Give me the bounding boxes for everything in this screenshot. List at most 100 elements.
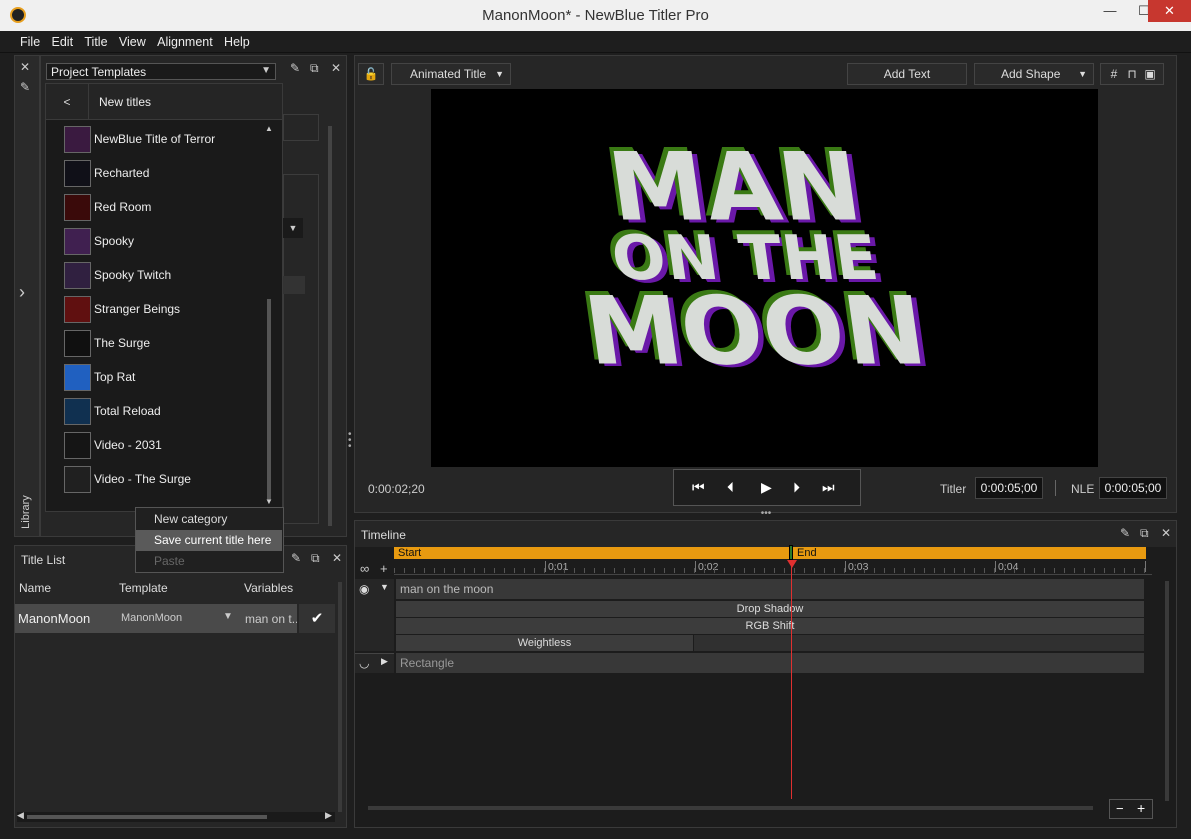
skip-to-start-icon[interactable]: ⏮	[692, 479, 705, 496]
pin-icon[interactable]: ✎	[20, 80, 30, 94]
column-template[interactable]: Template	[119, 581, 168, 595]
layer-text-label: man on the moon	[400, 582, 494, 596]
add-text-button[interactable]: Add Text	[847, 63, 967, 85]
list-item[interactable]: Total Reload	[64, 395, 274, 429]
back-button[interactable]: <	[46, 84, 89, 120]
playhead-handle[interactable]	[787, 560, 797, 568]
expand-layer-icon[interactable]: ▶	[381, 656, 388, 667]
template-dropdown-icon[interactable]: ▼	[223, 611, 233, 622]
minimize-button[interactable]: —	[1093, 0, 1127, 22]
effect-drop-shadow[interactable]: Drop Shadow	[396, 601, 1144, 617]
column-variables[interactable]: Variables	[244, 581, 293, 595]
float-window-icon[interactable]: ⧉	[310, 61, 319, 76]
background-scrollbar	[328, 126, 332, 526]
add-shape-button[interactable]: Add Shape ▼	[974, 63, 1094, 85]
start-marker[interactable]: Start	[398, 547, 421, 559]
list-item[interactable]: Spooky Twitch	[64, 259, 274, 293]
scrollbar[interactable]: ▲ ▼	[265, 124, 273, 506]
zoom-in-button[interactable]: +	[1137, 800, 1145, 816]
visibility-eye-icon[interactable]: ◉	[359, 582, 369, 596]
safe-area-icon[interactable]: ▣	[1141, 64, 1159, 84]
step-forward-icon[interactable]: ⏵	[793, 479, 800, 496]
visibility-hidden-icon[interactable]: ◡	[359, 656, 369, 670]
ruler-icon[interactable]: ⊓	[1123, 64, 1141, 84]
library-side-label[interactable]: Library	[20, 495, 32, 529]
menu-help[interactable]: Help	[220, 31, 254, 53]
menu-view[interactable]: View	[115, 31, 150, 53]
zoom-out-button[interactable]: −	[1116, 801, 1124, 816]
effect-rgb-shift[interactable]: RGB Shift	[396, 618, 1144, 634]
skip-to-end-icon[interactable]: ⏭	[822, 479, 835, 496]
scroll-right-icon[interactable]: ▶	[325, 810, 332, 821]
menu-item-save-current-title[interactable]: Save current title here	[136, 530, 282, 551]
scroll-left-icon[interactable]: ◀	[17, 810, 24, 821]
timeline-horizontal-scrollbar[interactable]	[368, 806, 1093, 810]
scroll-thumb[interactable]	[27, 815, 267, 819]
row-variables[interactable]: man on t...	[245, 612, 297, 626]
splitter-handle-vertical[interactable]: • • •	[348, 430, 352, 452]
playhead[interactable]	[791, 561, 792, 799]
library-nav-bar: < New titles	[46, 84, 282, 120]
table-row[interactable]: ManonMoon ManonMoon ▼ man on t...	[15, 604, 297, 633]
expand-chevron-icon[interactable]: ›	[19, 282, 25, 303]
nle-duration-field[interactable]: 0:00:05;00	[1099, 477, 1167, 499]
grid-icon[interactable]: #	[1105, 64, 1123, 84]
close-icon[interactable]: ✕	[1161, 526, 1171, 540]
add-icon[interactable]: +	[380, 561, 388, 576]
menu-alignment[interactable]: Alignment	[153, 31, 217, 53]
splitter-handle[interactable]: •••	[758, 509, 774, 519]
mode-dropdown[interactable]: Animated Title ▼	[391, 63, 511, 85]
vertical-scrollbar[interactable]	[338, 582, 342, 812]
loop-icon[interactable]: ∞	[360, 561, 369, 576]
list-item[interactable]: NewBlue Title of Terror	[64, 123, 274, 157]
close-button[interactable]: ✕	[1148, 0, 1191, 22]
expand-layer-icon[interactable]: ▼	[380, 582, 389, 592]
lock-button[interactable]: 🔓	[358, 63, 384, 85]
row-template[interactable]: ManonMoon	[121, 612, 182, 624]
close-icon[interactable]: ✕	[332, 551, 342, 565]
scroll-up-icon[interactable]: ▲	[265, 124, 273, 133]
end-marker-handle[interactable]	[789, 545, 793, 560]
layer-text-track[interactable]: man on the moon	[396, 579, 1144, 599]
scroll-down-icon[interactable]: ▼	[265, 497, 273, 506]
effect-weightless[interactable]: Weightless	[396, 635, 693, 651]
library-dropdown[interactable]: Project Templates ▼	[46, 63, 276, 80]
horizontal-scrollbar[interactable]: ◀ ▶	[17, 810, 335, 822]
list-item[interactable]: Recharted	[64, 157, 274, 191]
template-thumbnail	[64, 296, 91, 323]
menu-item-new-category[interactable]: New category	[136, 509, 282, 530]
float-window-icon[interactable]: ⧉	[1140, 526, 1149, 541]
float-window-icon[interactable]: ⧉	[311, 551, 320, 566]
pin-icon[interactable]: ✎	[290, 61, 300, 75]
in-out-bar[interactable]	[394, 547, 1146, 559]
effect-weightless-label: Weightless	[517, 637, 572, 649]
menu-edit[interactable]: Edit	[48, 31, 78, 53]
close-icon[interactable]: ✕	[331, 61, 341, 75]
time-ruler[interactable]: 0:01 0:02 0:03 0:04	[394, 561, 1152, 575]
titler-duration-field[interactable]: 0:00:05;00	[975, 477, 1043, 499]
list-item[interactable]: The Surge	[64, 327, 274, 361]
menu-item-paste: Paste	[154, 554, 185, 568]
play-icon[interactable]: ▶	[761, 479, 772, 496]
pin-icon[interactable]: ✎	[1120, 526, 1130, 540]
preview-canvas[interactable]: MAN ON THE MOON MAN ON THE MOON MAN ON T…	[431, 89, 1098, 467]
column-name[interactable]: Name	[19, 581, 51, 595]
confirm-button[interactable]: ✔	[299, 604, 335, 633]
close-icon[interactable]: ✕	[20, 60, 30, 74]
pin-icon[interactable]: ✎	[291, 551, 301, 565]
end-marker[interactable]: End	[797, 547, 817, 559]
scroll-thumb[interactable]	[267, 299, 271, 499]
list-item[interactable]: Spooky	[64, 225, 274, 259]
step-back-icon[interactable]: ⏴	[727, 479, 734, 496]
list-item[interactable]: Video - 2031	[64, 429, 274, 463]
list-item[interactable]: Stranger Beings	[64, 293, 274, 327]
layer-shape-track[interactable]: Rectangle	[396, 653, 1144, 673]
menu-title[interactable]: Title	[80, 31, 111, 53]
window-title: ManonMoon* - NewBlue Titler Pro	[482, 7, 709, 24]
menu-file[interactable]: File	[16, 31, 44, 53]
template-thumbnail	[64, 398, 91, 425]
list-item[interactable]: Red Room	[64, 191, 274, 225]
list-item[interactable]: Top Rat	[64, 361, 274, 395]
timeline-vertical-scrollbar[interactable]	[1165, 581, 1169, 801]
list-item[interactable]: Video - The Surge	[64, 463, 274, 497]
